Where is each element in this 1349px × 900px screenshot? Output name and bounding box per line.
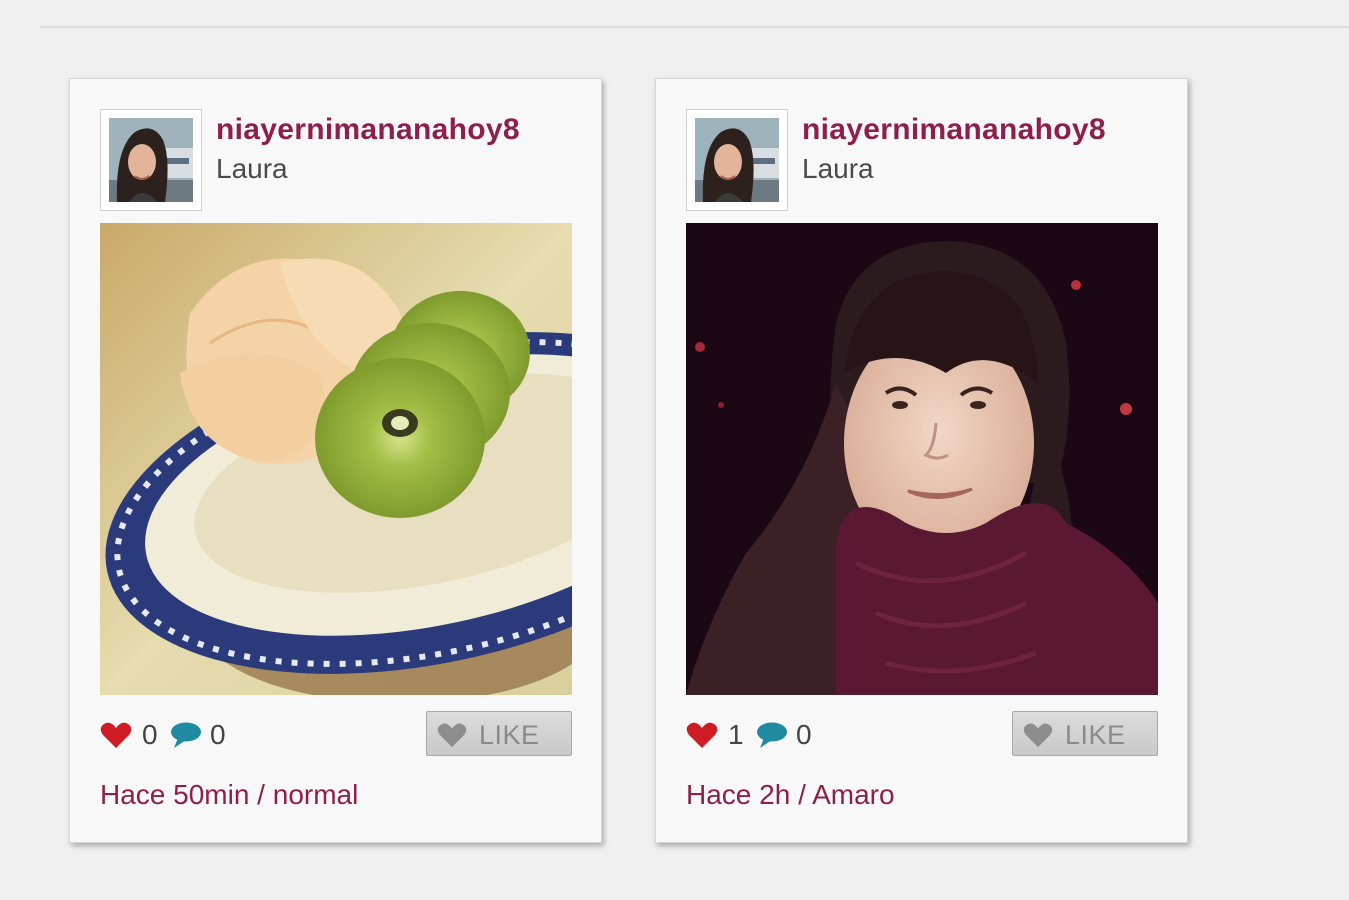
real-name: Laura — [802, 153, 874, 184]
fruit-plate-image — [100, 223, 572, 695]
post-header: niayernimananahoy8 Laura — [100, 109, 580, 211]
photo-card: niayernimananahoy8 Laura — [655, 78, 1188, 843]
post-photo[interactable] — [100, 223, 572, 695]
avatar[interactable] — [686, 109, 788, 211]
post-stats: 1 0 — [686, 715, 936, 755]
username-link[interactable]: niayernimananahoy8 — [802, 113, 1106, 147]
post-header: niayernimananahoy8 Laura — [686, 109, 1166, 211]
like-button[interactable]: LIKE — [426, 711, 572, 756]
comments-count: 0 — [210, 719, 226, 750]
likes-count: 1 — [728, 719, 744, 750]
heart-icon — [100, 721, 132, 754]
heart-icon — [686, 721, 718, 754]
like-button[interactable]: LIKE — [1012, 711, 1158, 756]
portrait-image — [686, 223, 1158, 695]
photo-card: niayernimananahoy8 Laura — [69, 78, 602, 843]
like-button-label: LIKE — [1065, 720, 1126, 750]
likes-count: 0 — [142, 719, 158, 750]
speech-bubble-icon — [170, 722, 202, 753]
post-meta: Hace 2h / Amaro — [686, 779, 895, 810]
post-meta: Hace 50min / normal — [100, 779, 359, 810]
avatar-image — [695, 118, 779, 202]
post-photo[interactable] — [686, 223, 1158, 695]
real-name: Laura — [216, 153, 288, 184]
top-divider — [40, 26, 1349, 28]
like-button-label: LIKE — [479, 720, 540, 750]
speech-bubble-icon — [756, 722, 788, 753]
heart-outline-icon — [1023, 722, 1053, 753]
username-link[interactable]: niayernimananahoy8 — [216, 113, 520, 147]
avatar-image — [109, 118, 193, 202]
heart-outline-icon — [437, 722, 467, 753]
comments-count: 0 — [796, 719, 812, 750]
avatar[interactable] — [100, 109, 202, 211]
post-stats: 0 0 — [100, 715, 350, 755]
